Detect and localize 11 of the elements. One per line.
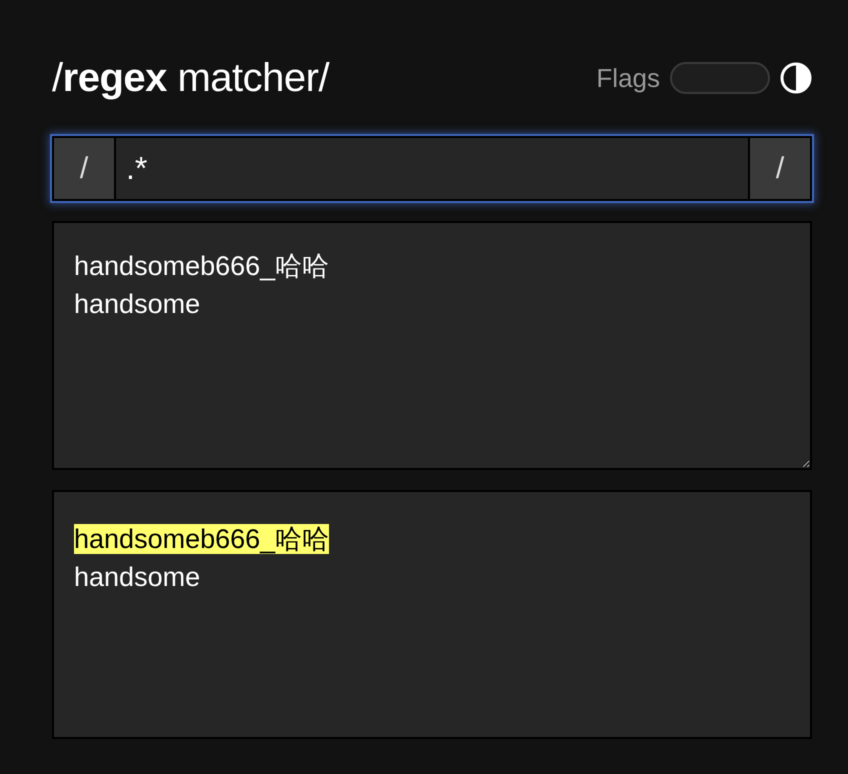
flags-field[interactable] [670,62,770,94]
contrast-icon[interactable] [780,62,812,94]
delimiter: / [748,138,810,199]
app-title: /regex matcher/ [52,56,330,100]
matched-text: handsomeb666_哈哈 [74,524,330,554]
flags-label: Flags [596,62,660,94]
pattern-field[interactable]: / .* / [52,136,812,201]
result-text: handsome [74,562,200,592]
delimiter: / [54,138,116,199]
test-text-field[interactable]: handsomeb666_哈哈 handsome [52,221,812,470]
pattern-input[interactable]: .* [116,138,748,199]
